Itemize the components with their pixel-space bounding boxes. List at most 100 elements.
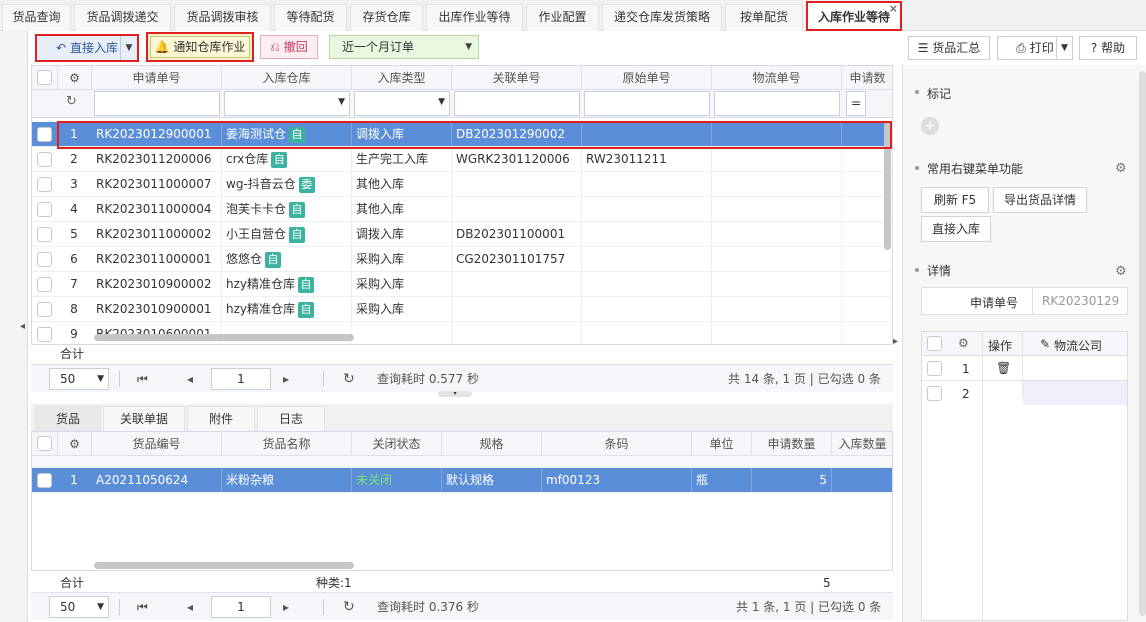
row-checkbox[interactable] [37,327,52,342]
next-page-icon[interactable]: ▸ [283,368,289,390]
col-apply-qty[interactable]: 申请数 [842,66,892,90]
col-goods-code[interactable]: 货品编号 [92,432,222,456]
filter-original-no[interactable] [584,91,710,116]
related-no [452,322,582,344]
col-related-no[interactable]: 关联单号 [452,66,582,90]
col-barcode[interactable]: 条码 [542,432,692,456]
filter-warehouse[interactable]: ▼ [224,91,350,116]
page-size-select[interactable]: 50 ▼ [49,596,109,618]
gear-icon[interactable]: ⚙ [958,336,969,350]
col-apply-qty[interactable]: 申请数量 [752,432,832,456]
page-size-select[interactable]: 50 ▼ [49,368,109,390]
table-row[interactable]: 3 RK2023011000007 wg-抖音云仓委其他入库 [32,172,892,197]
help-button[interactable]: ? 帮助 [1079,36,1137,60]
tab-order-pick[interactable]: 按单配货 [725,4,803,31]
gear-icon[interactable]: ⚙ [58,432,92,456]
row-checkbox[interactable] [37,473,52,488]
page-number-input[interactable]: 1 [211,596,271,618]
tab-transfer-submit[interactable]: 货品调拨递交 [74,4,171,31]
tab-waiting-pick[interactable]: 等待配货 [274,4,347,31]
goods-summary-button[interactable]: ☰ 货品汇总 [908,36,990,60]
horizontal-scrollbar[interactable] [94,562,354,569]
notify-warehouse-button[interactable]: 🔔 通知仓库作业 [146,32,254,62]
page-number-input[interactable]: 1 [211,368,271,390]
col-original-no[interactable]: 原始单号 [582,66,712,90]
table-row[interactable]: 2 RK2023011200006 crx仓库自生产完工入库 WGRK23011200… [32,147,892,172]
select-all-checkbox[interactable] [37,436,52,451]
row-checkbox[interactable] [37,227,52,242]
table-row[interactable]: 1 A20211050624 米粉杂粮 未关闭 默认规格 mf00123 瓶 5 [32,468,892,493]
col-inbound-qty[interactable]: 入库数量 [832,432,892,456]
refresh-icon[interactable]: ↻ [343,596,355,618]
revoke-button[interactable]: ⎌ 撤回 [260,35,318,59]
col-apply-no[interactable]: 申请单号 [92,66,222,90]
tab-goods-query[interactable]: 货品查询 [2,4,71,31]
table-row[interactable]: 6 RK2023011000001 悠悠仓自采购入库 CG202301101757 [32,247,892,272]
horizontal-scrollbar[interactable] [94,334,354,341]
filter-eq-operator[interactable]: = [846,91,866,116]
tab-job-config[interactable]: 作业配置 [526,4,599,31]
table-row[interactable]: 5 RK2023011000002 小王自营仓自调拨入库 DB202301100001 [32,222,892,247]
col-type[interactable]: 入库类型 [352,66,452,90]
row-checkbox[interactable] [37,177,52,192]
filter-related-no[interactable] [454,91,580,116]
left-collapse-strip[interactable]: ◂ [0,31,28,622]
refresh-icon[interactable]: ↻ [343,368,355,390]
tab-transfer-review[interactable]: 货品调拨审核 [174,4,271,31]
trash-icon[interactable]: 🗑 [996,361,1011,375]
row-checkbox[interactable] [37,302,52,317]
first-page-icon[interactable]: ⏮ [137,368,148,390]
gear-icon[interactable]: ⚙ [1115,161,1127,176]
tab-attachments[interactable]: 附件 [187,406,255,431]
tab-goods[interactable]: 货品 [35,406,101,431]
prev-page-icon[interactable]: ◂ [187,596,193,618]
collapse-left-icon[interactable]: ◂ [20,321,25,332]
vertical-scrollbar[interactable] [1139,71,1146,616]
export-details-button[interactable]: 导出货品详情 [993,187,1087,213]
prev-page-icon[interactable]: ◂ [187,368,193,390]
select-all-checkbox[interactable] [37,70,52,85]
filter-type[interactable]: ▼ [354,91,450,116]
col-unit[interactable]: 单位 [692,432,752,456]
tab-outbound-waiting[interactable]: 出库作业等待 [426,4,523,31]
col-logistics-no[interactable]: 物流单号 [712,66,842,90]
col-warehouse[interactable]: 入库仓库 [222,66,352,90]
direct-inbound-quick-button[interactable]: 直接入库 [921,216,991,242]
col-close-status[interactable]: 关闭状态 [352,432,442,456]
date-range-select[interactable]: 近一个月订单 ▼ [329,35,479,59]
filter-logistics-no[interactable] [714,91,840,116]
refresh-icon[interactable]: ↻ [66,94,77,109]
filter-apply-no[interactable] [94,91,220,116]
table-row[interactable]: 7 RK2023010900002 hzy精准仓库自采购入库 [32,272,892,297]
row-checkbox[interactable] [37,252,52,267]
tab-ship-strategy[interactable]: 递交仓库发货策略 [602,4,722,31]
row-checkbox[interactable] [37,127,52,142]
table-row[interactable]: 4 RK2023011000004 泡芙卡卡仓自其他入库 [32,197,892,222]
tab-log[interactable]: 日志 [257,406,325,431]
tab-related-docs[interactable]: 关联单据 [103,406,185,431]
select-all-checkbox[interactable] [927,336,942,351]
table-row[interactable]: 8 RK2023010900001 hzy精准仓库自采购入库 [32,297,892,322]
row-checkbox[interactable] [37,277,52,292]
gear-icon[interactable]: ⚙ [1115,264,1127,279]
gear-icon[interactable]: ⚙ [58,66,92,90]
row-checkbox[interactable] [927,386,942,401]
row-checkbox[interactable] [927,361,942,376]
tab-stock-warehouse[interactable]: 存货仓库 [350,4,423,31]
tab-inbound-waiting[interactable]: 入库作业等待 × [806,1,902,31]
print-button[interactable]: ⎙ 打印 ▼ [997,36,1073,60]
row-checkbox[interactable] [37,152,52,167]
first-page-icon[interactable]: ⏮ [137,596,148,618]
col-goods-name[interactable]: 货品名称 [222,432,352,456]
collapse-right-icon[interactable]: ▸ [893,336,898,347]
chevron-down-icon[interactable]: ▼ [120,36,137,60]
row-checkbox[interactable] [37,202,52,217]
next-page-icon[interactable]: ▸ [283,596,289,618]
add-mark-icon[interactable]: + [921,117,939,135]
col-spec[interactable]: 规格 [442,432,542,456]
close-icon[interactable]: × [889,0,898,23]
splitter-handle[interactable]: ▾ [438,391,472,397]
direct-inbound-button[interactable]: ↶ 直接入库 ▼ [35,34,139,62]
refresh-f5-button[interactable]: 刷新 F5 [921,187,989,213]
chevron-down-icon[interactable]: ▼ [1056,37,1072,59]
